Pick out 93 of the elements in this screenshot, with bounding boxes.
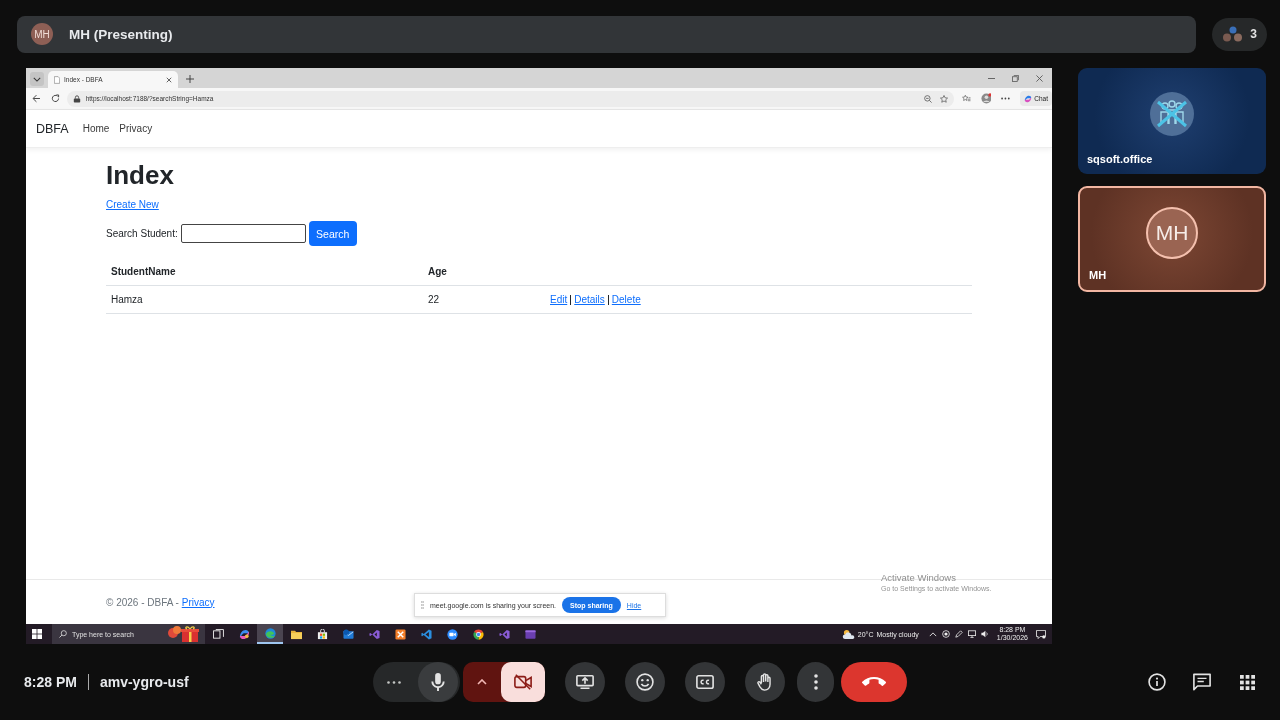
network-icon[interactable] xyxy=(967,630,976,638)
nav-link[interactable]: Privacy xyxy=(119,123,153,134)
presenter-label: MH (Presenting) xyxy=(69,26,173,42)
infinity-icon xyxy=(498,628,510,640)
drag-handle-icon[interactable] xyxy=(421,601,424,609)
speaker-icon[interactable] xyxy=(980,630,989,638)
camera-button[interactable] xyxy=(501,662,545,702)
swirl-icon xyxy=(1024,94,1033,103)
meeting-details-button[interactable] xyxy=(1146,671,1168,693)
chevron-down-icon xyxy=(33,76,41,82)
end-call-icon xyxy=(862,677,886,687)
page-icon xyxy=(54,75,60,84)
lock-icon xyxy=(72,94,81,103)
participant-name: sqsoft.office xyxy=(1087,153,1153,165)
action-link[interactable]: Details xyxy=(574,294,605,305)
participants-button[interactable]: 3 xyxy=(1212,17,1267,51)
page-heading: Index xyxy=(106,159,175,191)
gift-icon xyxy=(167,625,201,643)
team-logo-icon xyxy=(1150,92,1194,136)
search-button[interactable]: Search xyxy=(308,221,357,246)
action-link[interactable]: Delete xyxy=(611,294,641,305)
column-header: StudentName xyxy=(111,266,176,277)
tab-list-button[interactable] xyxy=(30,72,44,86)
windows-logo-icon[interactable] xyxy=(32,629,42,639)
participant-avatar: MH xyxy=(1146,207,1198,259)
microphone-button[interactable] xyxy=(418,662,458,702)
site-brand-link[interactable]: DBFA xyxy=(36,121,69,136)
hand-icon xyxy=(756,673,774,691)
participant-count: 3 xyxy=(1250,27,1257,41)
captions-icon xyxy=(696,673,714,691)
back-arrow-icon[interactable] xyxy=(32,94,41,103)
info-icon xyxy=(1148,673,1166,691)
star-icon[interactable] xyxy=(939,94,948,103)
zoom-icon[interactable] xyxy=(923,94,932,103)
notification-icon[interactable] xyxy=(1036,629,1046,639)
favorites-icon[interactable] xyxy=(961,94,971,103)
action-link[interactable]: Edit xyxy=(550,294,568,305)
meeting-code: amv-ygro-usf xyxy=(99,674,189,690)
record-icon[interactable] xyxy=(941,630,950,638)
ribbon-icon xyxy=(420,628,432,640)
window-icon xyxy=(524,628,536,640)
video-camera-icon xyxy=(446,628,458,640)
column-header: Age xyxy=(428,266,447,277)
footer-text: © 2026 - DBFA - Privacy xyxy=(106,596,215,608)
present-screen-button[interactable] xyxy=(565,662,605,702)
weather-cloud-icon xyxy=(841,628,855,640)
participant-name: MH xyxy=(1089,269,1107,281)
captions-button[interactable] xyxy=(685,662,725,702)
smiley-icon xyxy=(636,673,654,691)
close-icon[interactable] xyxy=(166,76,172,83)
mail-icon xyxy=(342,628,354,640)
camera-off-icon xyxy=(514,673,532,691)
circle-logo-icon xyxy=(472,628,484,640)
apps-grid-icon xyxy=(1239,674,1255,690)
pen-icon[interactable] xyxy=(954,630,963,638)
participant-tile[interactable]: sqsoft.office xyxy=(1078,68,1266,174)
caret-up-icon xyxy=(477,679,487,685)
table-cell: 22 xyxy=(428,294,440,305)
swirl-icon xyxy=(238,628,250,640)
present-screen-icon xyxy=(576,673,594,691)
profile-avatar-icon[interactable] xyxy=(980,93,992,104)
shopping-bag-icon xyxy=(316,628,328,640)
participant-tile[interactable]: MH MH xyxy=(1078,186,1266,292)
chat-icon xyxy=(1193,673,1211,691)
activation-title: Activate Windows xyxy=(881,572,957,583)
search-icon xyxy=(59,630,67,638)
end-call-button[interactable] xyxy=(841,662,907,702)
new-tab-icon[interactable] xyxy=(186,75,194,83)
reactions-button[interactable] xyxy=(625,662,665,702)
create-new-link[interactable]: Create New xyxy=(106,199,159,210)
reload-icon[interactable] xyxy=(50,94,60,103)
chat-button[interactable] xyxy=(1191,671,1213,693)
chevron-up-icon[interactable] xyxy=(928,631,937,637)
nav-link[interactable]: Home xyxy=(82,123,110,134)
privacy-link[interactable]: Privacy xyxy=(181,596,215,608)
search-label: Search Student: xyxy=(106,228,178,239)
participants-icon xyxy=(1222,26,1245,42)
more-vert-icon xyxy=(813,674,818,690)
microphone-icon xyxy=(429,673,447,691)
task-view-icon xyxy=(212,628,224,640)
folder-icon xyxy=(290,628,302,640)
presenter-avatar: MH xyxy=(31,23,53,45)
meeting-time: 8:28 PM xyxy=(24,674,77,690)
infinity-icon xyxy=(368,628,380,640)
restore-icon[interactable] xyxy=(1012,74,1019,82)
search-field[interactable] xyxy=(180,224,306,243)
close-icon[interactable] xyxy=(1036,74,1043,82)
more-icon xyxy=(387,680,401,684)
table-cell: Hamza xyxy=(111,294,143,305)
square-logo-icon xyxy=(394,628,406,640)
raise-hand-button[interactable] xyxy=(745,662,785,702)
wave-icon xyxy=(264,627,276,639)
more-actions-button[interactable] xyxy=(797,662,834,702)
